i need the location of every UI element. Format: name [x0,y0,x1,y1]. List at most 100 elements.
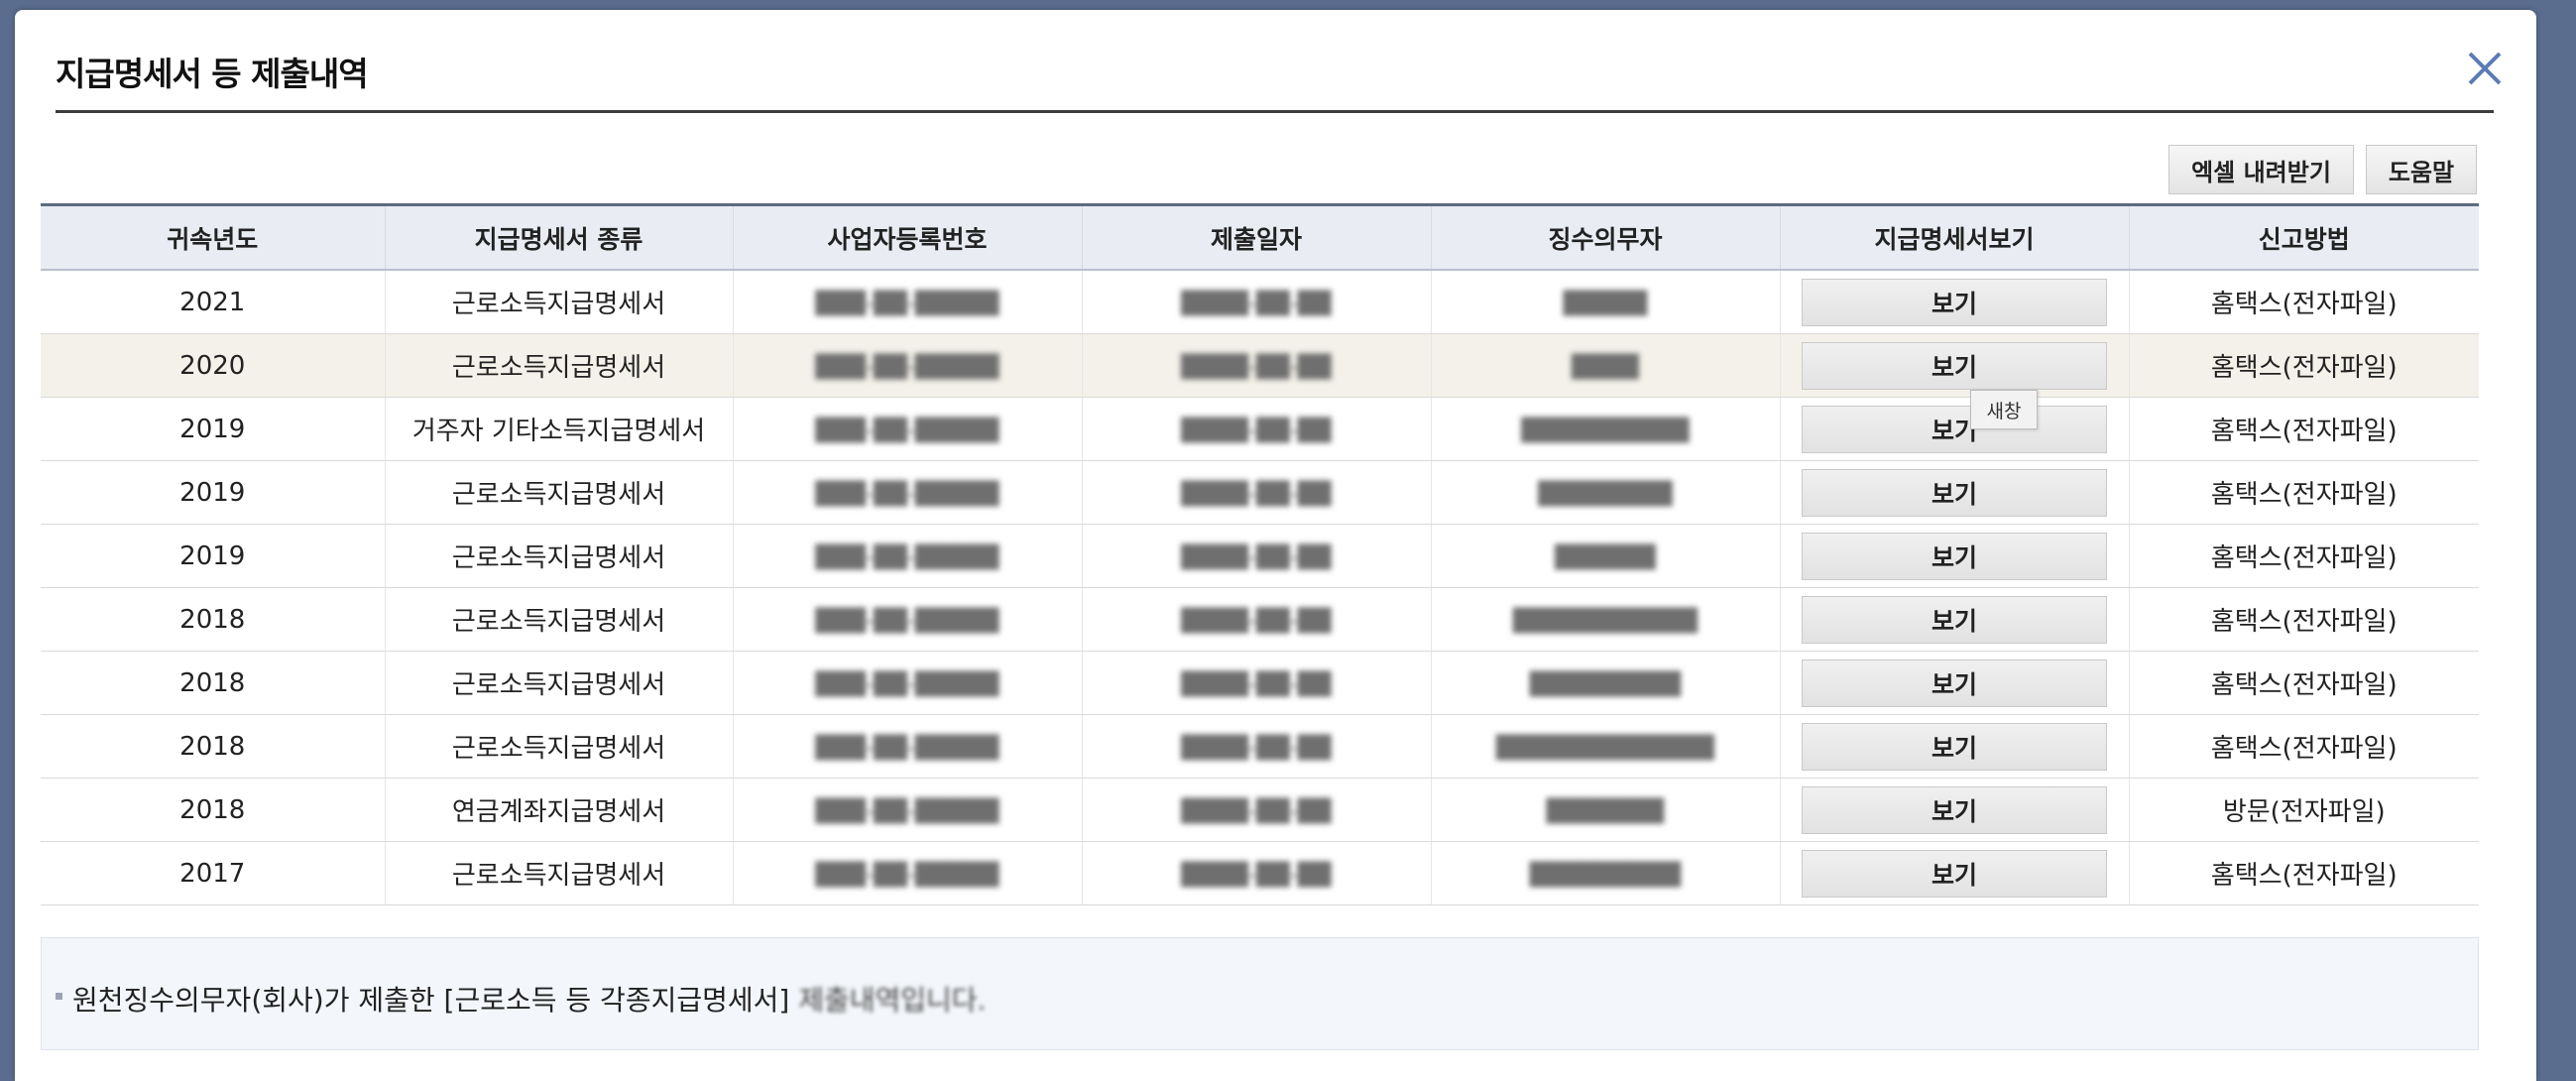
redacted-value: ███████ [1546,798,1665,824]
col-header-withholding-agent: 징수의무자 [1430,204,1780,271]
method-cell: 홈택스(전자파일) [2128,333,2479,398]
withholding-agent-cell: ███████████ [1430,587,1780,652]
view-cell: 보기 [1779,587,2129,652]
view-cell: 보기 [1779,270,2129,334]
new-window-tooltip: 새창 [1970,390,2038,429]
submit-date-cell: ████-██-██ [1081,778,1431,842]
title-divider [56,110,2494,113]
business-number-cell: ███-██-█████ [732,651,1082,715]
redacted-value: ██████████ [1521,418,1690,443]
redacted-value: ████-██-██ [1181,735,1332,761]
redacted-value: ████-██-██ [1181,862,1332,888]
table-row: 2019 근로소득지급명세서 ███-██-█████ ████-██-██ █… [41,524,2479,588]
redacted-value: █████████████ [1496,735,1714,761]
withholding-agent-cell: █████████ [1430,651,1780,715]
business-number-cell: ███-██-█████ [732,714,1082,779]
view-button[interactable]: 보기 [1802,785,2107,834]
submit-date-cell: ████-██-██ [1081,524,1431,588]
table-row: 2018 연금계좌지급명세서 ███-██-█████ ████-██-██ █… [41,778,2479,842]
method-cell: 홈택스(전자파일) [2128,841,2479,905]
col-header-year: 귀속년도 [41,204,385,271]
table-row: 2021 근로소득지급명세서 ███-██-█████ ████-██-██ █… [41,270,2479,334]
redacted-value: ███-██-█████ [815,798,999,824]
view-button[interactable]: 보기 [1802,468,2107,517]
method-cell: 홈택스(전자파일) [2128,651,2479,715]
table-row: 2019 근로소득지급명세서 ███-██-█████ ████-██-██ █… [41,460,2479,525]
note-main-text: 원천징수의무자(회사)가 제출한 [근로소득 등 각종지급명세서] [72,984,799,1017]
method-cell: 홈택스(전자파일) [2128,460,2479,525]
method-cell: 홈택스(전자파일) [2128,397,2479,461]
type-cell: 근로소득지급명세서 [384,841,733,905]
submit-date-cell: ████-██-██ [1081,841,1431,905]
type-cell: 근로소득지급명세서 [384,270,733,334]
table-row: 2018 근로소득지급명세서 ███-██-█████ ████-██-██ █… [41,714,2479,779]
method-cell: 홈택스(전자파일) [2128,714,2479,779]
year-cell: 2018 [41,651,385,715]
year-cell: 2018 [41,587,385,652]
submit-date-cell: ████-██-██ [1081,460,1431,525]
withholding-agent-cell: █████████████ [1430,714,1780,779]
year-cell: 2021 [41,270,385,334]
business-number-cell: ███-██-█████ [732,397,1082,461]
redacted-value: ████████ [1538,481,1673,507]
note-tail-text: 제출내역입니다. [798,984,987,1017]
redacted-value: ███-██-█████ [815,354,999,380]
redacted-value: ████-██-██ [1181,481,1332,507]
method-cell: 홈택스(전자파일) [2128,524,2479,588]
submit-date-cell: ████-██-██ [1081,397,1431,461]
dialog-title: 지급명세서 등 제출내역 [56,55,369,93]
redacted-value: ███-██-█████ [815,671,999,697]
redacted-value: ███-██-█████ [815,418,999,443]
type-cell: 연금계좌지급명세서 [384,778,733,842]
type-cell: 근로소득지급명세서 [384,651,733,715]
view-cell: 보기 [1779,778,2129,842]
submit-date-cell: ████-██-██ [1081,651,1431,715]
business-number-cell: ███-██-█████ [732,333,1082,398]
type-cell: 근로소득지급명세서 [384,524,733,588]
view-button[interactable]: 보기 [1802,722,2107,771]
table-row: 2018 근로소득지급명세서 ███-██-█████ ████-██-██ █… [41,587,2479,652]
business-number-cell: ███-██-█████ [732,587,1082,652]
method-cell: 방문(전자파일) [2128,778,2479,842]
view-cell: 보기 [1779,714,2129,779]
redacted-value: ██████ [1555,544,1656,570]
view-button[interactable]: 보기 [1802,595,2107,644]
redacted-value: ███-██-█████ [815,481,999,507]
close-icon[interactable] [2460,44,2510,93]
business-number-cell: ███-██-█████ [732,460,1082,525]
year-cell: 2019 [41,397,385,461]
bullet-icon [56,993,62,1000]
submit-date-cell: ████-██-██ [1081,587,1431,652]
withholding-agent-cell: ███████ [1430,778,1780,842]
view-button[interactable]: 보기 [1802,278,2107,326]
excel-download-button[interactable]: 엑셀 내려받기 [2168,145,2354,194]
view-cell: 보기 [1779,651,2129,715]
col-header-submit-date: 제출일자 [1081,204,1431,271]
redacted-value: ███-██-█████ [815,608,999,634]
view-button[interactable]: 보기 [1802,659,2107,707]
year-cell: 2019 [41,524,385,588]
redacted-value: ████ [1572,354,1639,380]
view-cell: 보기 [1779,333,2129,398]
redacted-value: ████-██-██ [1181,354,1332,380]
business-number-cell: ███-██-█████ [732,270,1082,334]
view-button[interactable]: 보기 [1802,532,2107,580]
redacted-value: ███-██-█████ [815,735,999,761]
view-button[interactable]: 보기 [1802,405,2107,453]
method-cell: 홈택스(전자파일) [2128,587,2479,652]
redacted-value: ███████████ [1512,608,1698,634]
view-button[interactable]: 보기 [1802,341,2107,390]
col-header-view: 지급명세서보기 [1779,204,2129,271]
redacted-value: ████-██-██ [1181,608,1332,634]
col-header-type: 지급명세서 종류 [384,204,733,271]
submit-date-cell: ████-██-██ [1081,333,1431,398]
view-button[interactable]: 보기 [1802,849,2107,898]
view-cell: 보기 [1779,524,2129,588]
submit-date-cell: ████-██-██ [1081,714,1431,779]
redacted-value: ████-██-██ [1181,671,1332,697]
view-cell: 보기 [1779,397,2129,461]
redacted-value: ███-██-█████ [815,544,999,570]
year-cell: 2018 [41,778,385,842]
help-button[interactable]: 도움말 [2366,145,2477,194]
withholding-agent-cell: ████████ [1430,460,1780,525]
